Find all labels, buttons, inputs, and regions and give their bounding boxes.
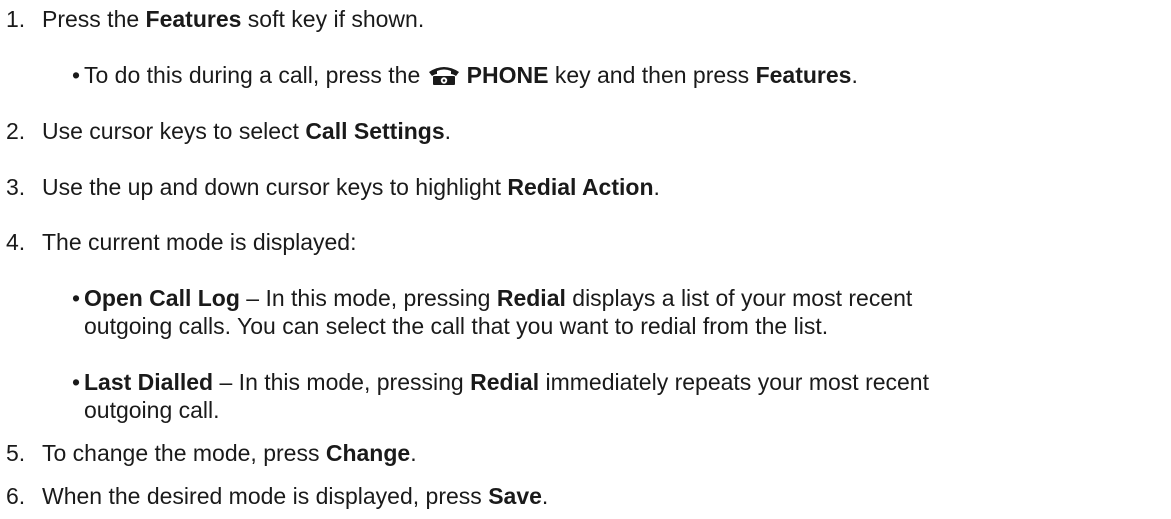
redial-key-label: Redial (496, 285, 566, 311)
redial-key-label: Redial (470, 369, 540, 395)
step-number: 1. (6, 6, 26, 32)
step-6: 6. When the desired mode is displayed, pr… (0, 483, 548, 510)
mode-text-cont: outgoing calls. You can select the call … (84, 313, 829, 339)
mode-last-dialled: • Last Dialled – In this mode, pressing R… (72, 369, 929, 396)
step-text-bold: Features (145, 6, 242, 32)
step-text-post: soft key if shown. (241, 6, 425, 32)
mode-text-mid: – In this mode, pressing (213, 369, 471, 395)
mode-text-cont: outgoing call. (84, 397, 220, 423)
step-1: 1. Press the Features soft key if shown. (0, 6, 424, 33)
step-4: 4. The current mode is displayed: (0, 229, 357, 256)
mode-name: Open Call Log (84, 285, 240, 311)
mode-last-dialled-continued: outgoing call. (84, 397, 220, 424)
step-text-bold: Call Settings (305, 118, 445, 144)
phone-icon (428, 67, 459, 85)
step-1-sub-item: • To do this during a call, press the PHO… (72, 62, 858, 89)
step-3: 3. Use the up and down cursor keys to hig… (0, 174, 660, 201)
mode-text-mid: – In this mode, pressing (239, 285, 497, 311)
step-number: 5. (6, 440, 26, 466)
step-text-bold: Redial Action (507, 174, 654, 200)
step-5: 5. To change the mode, press Change. (0, 440, 417, 467)
step-text-post: . (653, 174, 660, 200)
step-2: 2. Use cursor keys to select Call Setting… (0, 118, 451, 145)
step-text-pre: Use the up and down cursor keys to highl… (42, 174, 508, 200)
step-number: 2. (6, 118, 26, 144)
step-text-bold: Save (488, 483, 542, 509)
bullet: • (72, 62, 81, 88)
step-text-pre: Press the (42, 6, 146, 32)
phone-key-label: PHONE (466, 62, 549, 88)
mode-open-call-log: • Open Call Log – In this mode, pressing … (72, 285, 913, 312)
step-text-post: . (541, 483, 549, 509)
mode-open-call-log-continued: outgoing calls. You can select the call … (84, 313, 828, 340)
mode-name: Last Dialled (84, 369, 214, 395)
step-text-pre: The current mode is displayed: (42, 229, 357, 255)
step-number: 6. (6, 483, 26, 509)
step-text-post: . (444, 118, 452, 144)
sub-text-post: . (851, 62, 858, 88)
sub-text-bold: Features (755, 62, 852, 88)
step-text-pre: Use cursor keys to select (42, 118, 306, 144)
step-text-bold: Change (325, 440, 411, 466)
bullet: • (72, 369, 81, 395)
bullet: • (72, 285, 81, 311)
mode-text-post: immediately repeats your most recent (539, 369, 929, 395)
sub-text-mid: key and then press (548, 62, 756, 88)
step-text-post: . (410, 440, 417, 466)
step-number: 4. (6, 229, 26, 255)
step-text-pre: To change the mode, press (42, 440, 326, 466)
step-text-pre: When the desired mode is displayed, pres… (42, 483, 489, 509)
sub-text-pre: To do this during a call, press the (84, 62, 427, 88)
mode-text-post: displays a list of your most recent (565, 285, 913, 311)
step-number: 3. (6, 174, 26, 200)
